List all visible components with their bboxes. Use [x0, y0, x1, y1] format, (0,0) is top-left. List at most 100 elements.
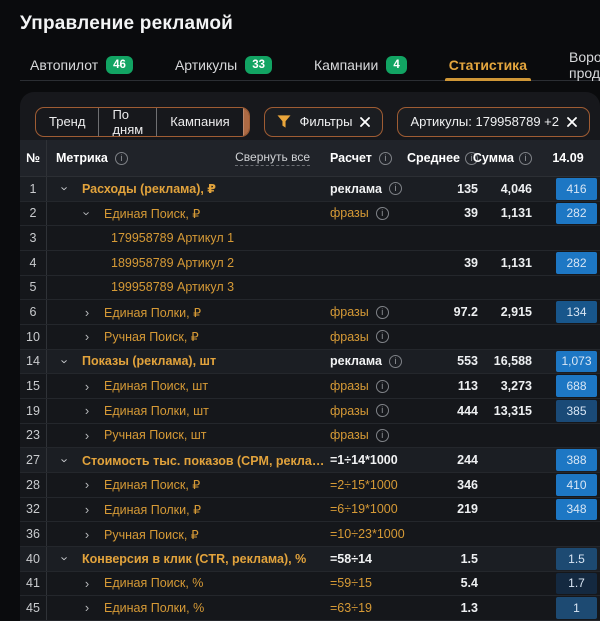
count-badge: 4 — [386, 56, 406, 74]
info-icon[interactable]: i — [519, 152, 532, 165]
calc-value: фразы — [330, 428, 369, 442]
metric-name[interactable]: Единая Полки, ₽ — [104, 502, 201, 517]
chevron-icon[interactable]: › — [81, 306, 93, 319]
metric-name[interactable]: Единая Поиск, % — [104, 576, 203, 590]
metric-name[interactable]: Стоимость тыс. показов (CPM, реклама), ₽ — [82, 453, 330, 468]
info-icon[interactable]: i — [376, 330, 389, 343]
count-badge: 46 — [106, 56, 133, 74]
date-value: 410 — [556, 474, 597, 496]
chevron-icon[interactable]: › — [59, 454, 72, 466]
sum-value: 1,131 — [480, 256, 536, 270]
chevron-icon[interactable]: › — [81, 380, 93, 393]
table-row: 32 › Единая Полки, ₽ =6÷19*1000 219 348 — [20, 498, 600, 523]
close-icon[interactable] — [567, 117, 577, 127]
chevron-icon[interactable]: › — [81, 429, 93, 442]
metric-cell: › Единая Полки, ₽ — [47, 300, 330, 324]
tab-articles[interactable]: Артикулы 33 — [175, 49, 272, 80]
collapse-all-button[interactable]: Свернуть все — [235, 150, 310, 166]
calc-value: реклама — [330, 182, 382, 196]
calc-cell: =6÷19*1000 — [330, 502, 430, 516]
calc-value: =59÷15 — [330, 576, 372, 590]
date-cell: 1.7 — [536, 572, 600, 596]
chevron-icon[interactable]: › — [81, 330, 93, 343]
chevron-icon[interactable]: › — [81, 207, 94, 219]
table-row: 41 › Единая Поиск, % =59÷15 5.4 1.7 — [20, 572, 600, 597]
metric-cell: › Расходы (реклама), ₽ — [47, 177, 330, 201]
chevron-icon[interactable]: › — [81, 601, 93, 614]
metric-name[interactable]: Ручная Поиск, ₽ — [104, 329, 199, 344]
average-value: 39 — [430, 256, 480, 270]
segment-article[interactable]: Артикул PRO — [243, 108, 251, 136]
chevron-icon[interactable]: › — [81, 528, 93, 541]
chevron-icon[interactable]: › — [81, 478, 93, 491]
segment-by-days[interactable]: По дням — [98, 108, 156, 136]
metric-name[interactable]: 189958789 Артикул 2 — [111, 256, 234, 270]
metric-name[interactable]: Единая Полки, % — [104, 601, 204, 615]
table-row: 36 › Ручная Поиск, ₽ =10÷23*1000 — [20, 522, 600, 547]
date-value: 348 — [556, 499, 597, 521]
info-icon[interactable]: i — [115, 152, 128, 165]
calc-value: реклама — [330, 354, 382, 368]
metric-name[interactable]: Конверсия в клик (CTR, реклама), % — [82, 552, 306, 566]
average-value: 346 — [430, 478, 480, 492]
metric-name[interactable]: Единая Полки, шт — [104, 404, 209, 418]
chevron-icon[interactable]: › — [59, 183, 72, 195]
close-icon[interactable] — [360, 117, 370, 127]
segment-trend[interactable]: Тренд — [36, 108, 98, 136]
metric-name[interactable]: Показы (реклама), шт — [82, 354, 216, 368]
chevron-icon[interactable]: › — [81, 503, 93, 516]
info-icon[interactable]: i — [376, 306, 389, 319]
info-icon[interactable]: i — [389, 182, 402, 195]
info-icon[interactable]: i — [379, 152, 392, 165]
info-icon[interactable]: i — [376, 207, 389, 220]
tab-autopilot[interactable]: Автопилот 46 — [30, 49, 133, 80]
statistics-card: Тренд По дням Кампания Артикул PRO Фильт… — [20, 92, 600, 621]
calc-cell: =58÷14 — [330, 552, 430, 566]
metric-name[interactable]: Единая Поиск, ₽ — [104, 477, 200, 492]
tab-bar: Автопилот 46 Артикулы 33 Кампании 4 Стат… — [20, 35, 600, 81]
filters-button[interactable]: Фильтры — [264, 107, 383, 137]
table-row: 45 › Единая Полки, % =63÷19 1.3 1 — [20, 596, 600, 621]
calc-value: =10÷23*1000 — [330, 527, 405, 541]
metric-name[interactable]: Расходы (реклама), ₽ — [82, 181, 216, 196]
date-cell — [536, 276, 600, 300]
info-icon[interactable]: i — [376, 380, 389, 393]
date-cell — [536, 424, 600, 448]
metric-name[interactable]: Ручная Поиск, ₽ — [104, 527, 199, 542]
row-number: 4 — [20, 251, 47, 275]
metric-name[interactable]: Единая Поиск, ₽ — [104, 206, 200, 221]
header-calc-label: Расчет — [330, 151, 372, 165]
date-cell: 1.5 — [536, 547, 600, 571]
tab-campaigns[interactable]: Кампании 4 — [314, 49, 407, 80]
metric-name[interactable]: Ручная Поиск, шт — [104, 428, 207, 442]
info-icon[interactable]: i — [376, 404, 389, 417]
date-value: 282 — [556, 203, 597, 225]
articles-filter-chip[interactable]: Артикулы: 179958789 +2 — [397, 107, 590, 137]
table-row: 2 › Единая Поиск, ₽ фразы i 39 1,131 282 — [20, 202, 600, 227]
segment-campaign[interactable]: Кампания — [156, 108, 243, 136]
table-row: 19 › Единая Полки, шт фразы i 444 13,315… — [20, 399, 600, 424]
row-number: 23 — [20, 424, 47, 448]
average-value: 1.3 — [430, 601, 480, 615]
chevron-icon[interactable]: › — [81, 404, 93, 417]
row-number: 27 — [20, 448, 47, 472]
info-icon[interactable]: i — [376, 429, 389, 442]
header-metric: Метрика i Свернуть все — [47, 140, 330, 176]
metric-name[interactable]: 199958789 Артикул 3 — [111, 280, 234, 294]
metric-name[interactable]: Единая Поиск, шт — [104, 379, 208, 393]
table-row: 4 189958789 Артикул 2 39 1,131 282 — [20, 251, 600, 276]
calc-cell: =10÷23*1000 — [330, 527, 430, 541]
info-icon[interactable]: i — [389, 355, 402, 368]
metric-name[interactable]: Единая Полки, ₽ — [104, 305, 201, 320]
average-value: 244 — [430, 453, 480, 467]
calc-cell: =59÷15 — [330, 576, 430, 590]
row-number: 32 — [20, 498, 47, 522]
metric-cell: › Единая Полки, ₽ — [47, 498, 330, 522]
table-row: 1 › Расходы (реклама), ₽ реклама i 135 4… — [20, 177, 600, 202]
metric-name[interactable]: 179958789 Артикул 1 — [111, 231, 234, 245]
chevron-icon[interactable]: › — [81, 577, 93, 590]
chevron-icon[interactable]: › — [59, 355, 72, 367]
tab-statistics[interactable]: Статистика — [449, 49, 527, 80]
chevron-icon[interactable]: › — [59, 553, 72, 565]
tab-sales-funnel[interactable]: Воронка продаж — [569, 49, 600, 80]
